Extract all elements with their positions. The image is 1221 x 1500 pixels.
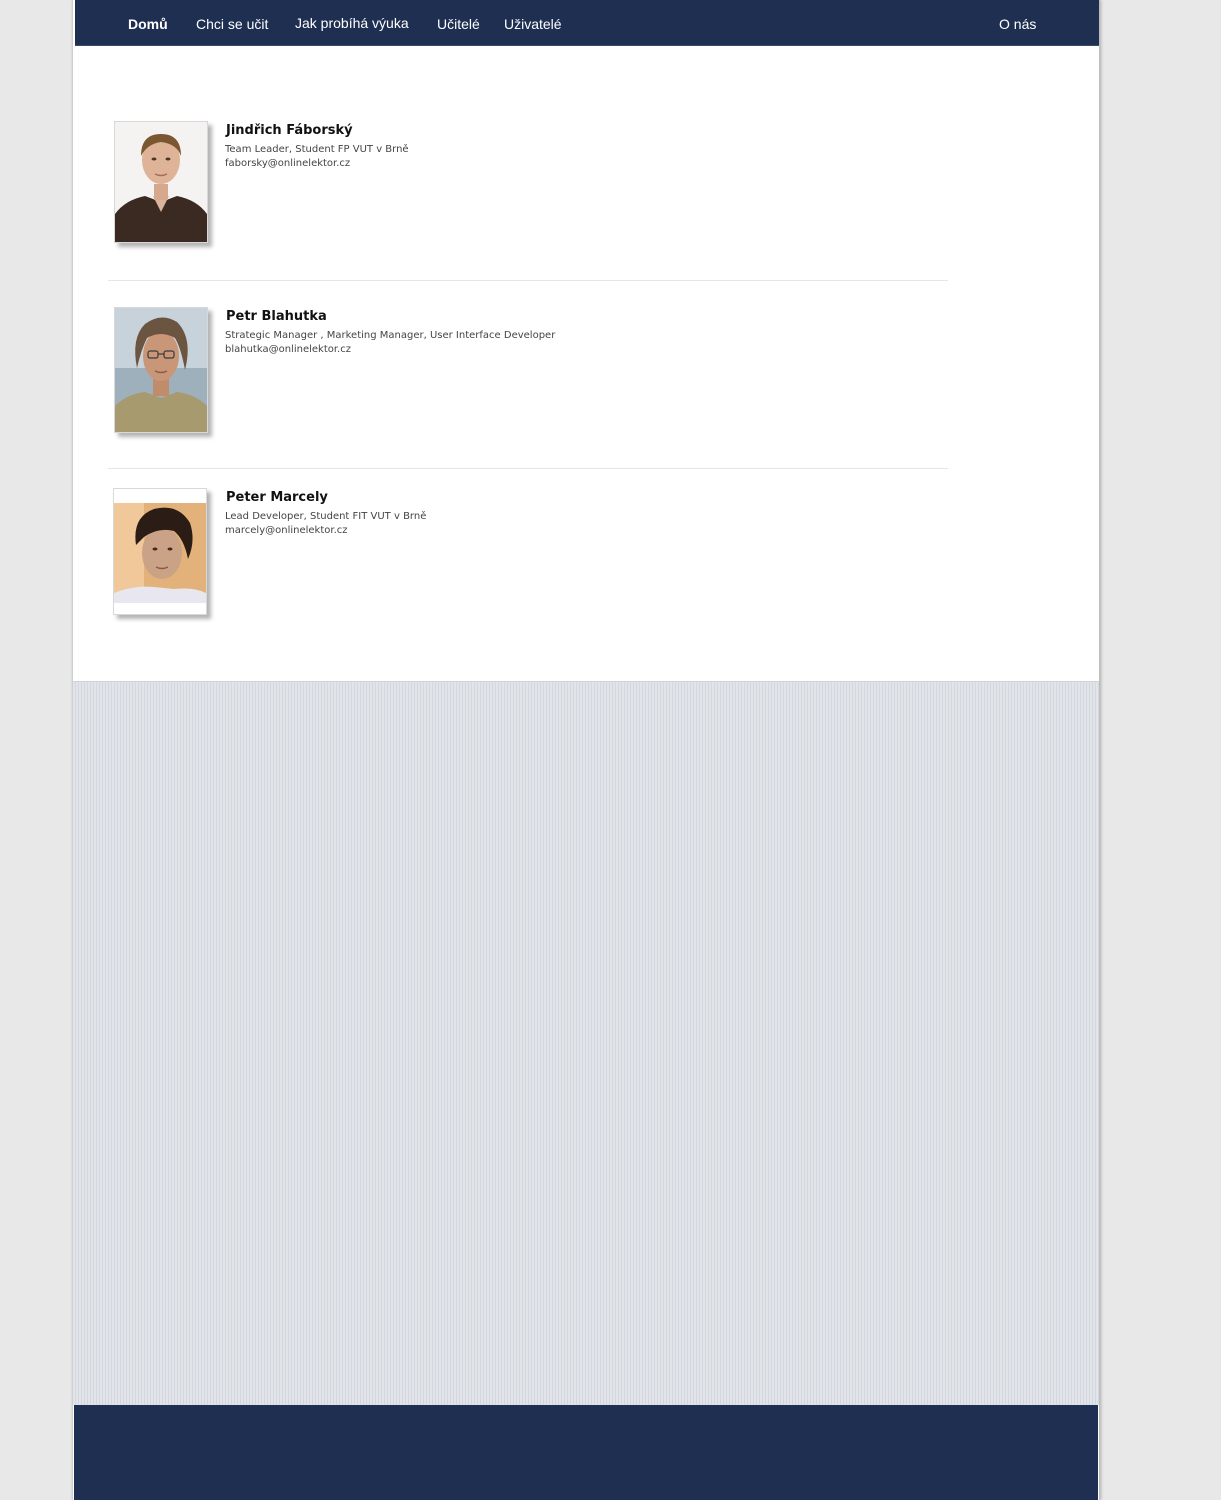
member-name: Peter Marcely: [226, 490, 328, 505]
member-role: Team Leader, Student FP VUT v Brně: [225, 144, 409, 155]
page-container: Domů Chci se učit Jak probíhá výuka Učit…: [72, 0, 1100, 1500]
top-navigation-bar: Domů Chci se učit Jak probíhá výuka Učit…: [75, 0, 1099, 46]
member-role: Strategic Manager , Marketing Manager, U…: [225, 330, 556, 341]
nav-home-link[interactable]: Domů: [128, 15, 168, 33]
member-email[interactable]: marcely@onlinelektor.cz: [225, 525, 348, 536]
member-photo: [113, 488, 207, 615]
member-role: Lead Developer, Student FIT VUT v Brně: [225, 511, 427, 522]
member-portrait-image: [115, 122, 207, 242]
team-member-card: Peter Marcely Lead Developer, Student FI…: [108, 488, 948, 618]
member-email[interactable]: blahutka@onlinelektor.cz: [225, 344, 351, 355]
separator-line: [108, 468, 948, 469]
nav-users-link[interactable]: Uživatelé: [504, 15, 562, 33]
striped-background-area: [73, 681, 1099, 1405]
member-portrait-image: [114, 489, 206, 614]
member-portrait-image: [115, 308, 207, 432]
footer-bar: [74, 1405, 1098, 1500]
team-member-card: Petr Blahutka Strategic Manager , Market…: [108, 307, 948, 437]
member-name: Petr Blahutka: [226, 309, 327, 324]
member-photo: [114, 307, 208, 433]
team-member-card: Jindřich Fáborský Team Leader, Student F…: [108, 121, 948, 251]
main-content: Jindřich Fáborský Team Leader, Student F…: [73, 46, 1099, 681]
separator-line: [108, 280, 948, 281]
nav-teachers-link[interactable]: Učitelé: [437, 15, 480, 33]
nav-how-link[interactable]: Jak probíhá výuka: [295, 14, 409, 32]
nav-about-link[interactable]: O nás: [999, 15, 1036, 33]
nav-learn-link[interactable]: Chci se učit: [196, 15, 268, 33]
member-photo: [114, 121, 208, 243]
member-email[interactable]: faborsky@onlinelektor.cz: [225, 158, 350, 169]
member-name: Jindřich Fáborský: [226, 123, 353, 138]
